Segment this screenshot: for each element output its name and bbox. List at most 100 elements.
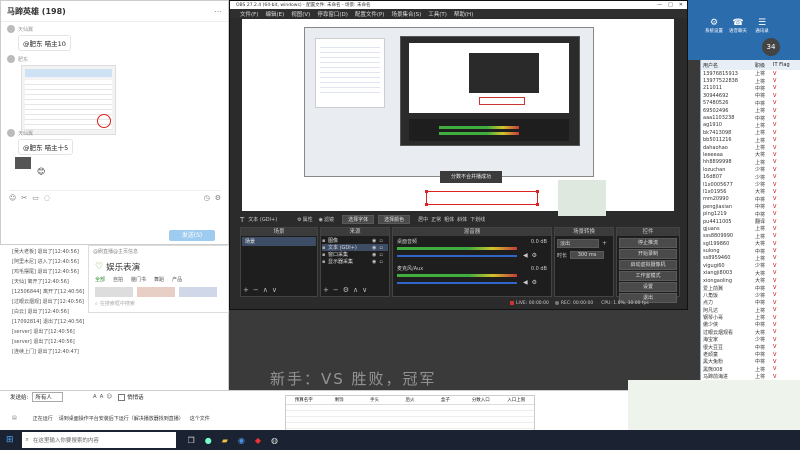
avatar[interactable] — [7, 25, 15, 33]
thumbnail[interactable] — [179, 287, 217, 297]
emoji-icon[interactable]: ☺ — [106, 394, 112, 400]
style-normal[interactable]: 正常 — [431, 216, 441, 223]
folder-icon[interactable]: ▰ — [222, 436, 228, 445]
obs-preview[interactable]: 分数不合并播成功 — [242, 19, 674, 211]
eye-icon[interactable]: ◉ — [372, 259, 376, 265]
control-button[interactable]: 开始录制 — [619, 249, 677, 259]
user-row[interactable]: leeeeaa 大将 V — [701, 151, 800, 159]
transition-select[interactable]: 淡出 — [557, 239, 599, 248]
maximize-icon[interactable]: □ — [668, 2, 673, 8]
filter-icon[interactable]: ◉ — [319, 217, 323, 223]
selected-text-source[interactable] — [425, 190, 539, 206]
user-row[interactable]: lozuchan 少将 V — [701, 166, 800, 174]
image-thumbnail[interactable] — [15, 157, 31, 169]
properties-button[interactable]: 属性 — [303, 216, 313, 223]
user-row[interactable]: gjuans 上将 V — [701, 225, 800, 233]
contacts[interactable]: ☰ 通讯录 — [750, 18, 774, 34]
user-row[interactable]: 13976815913 上将 V — [701, 70, 800, 78]
filters-button[interactable]: 滤镜 — [324, 216, 334, 223]
remove-icon[interactable]: − — [253, 286, 259, 294]
user-row[interactable]: dahaohao 上将 V — [701, 144, 800, 152]
scene-item[interactable]: 场景 — [242, 237, 316, 246]
user-row[interactable]: aaa1103238 中将 V — [701, 114, 800, 122]
menu-item[interactable]: 场景集合(S) — [391, 10, 421, 18]
minimize-icon[interactable]: — — [657, 2, 662, 8]
user-row[interactable]: xiangji8003 大将 V — [701, 270, 800, 277]
up-icon[interactable]: ∧ — [353, 286, 358, 294]
user-row[interactable]: sss8809990 上将 V — [701, 233, 800, 240]
wechat-icon[interactable]: ● — [205, 436, 212, 445]
thumbnail[interactable] — [95, 287, 133, 297]
gear-icon[interactable]: ⚙ — [532, 279, 537, 286]
user-row[interactable]: sulong 中将 V — [701, 247, 800, 255]
user-row[interactable]: bb5011216 上将 V — [701, 137, 800, 144]
menu-item[interactable]: 编辑(E) — [265, 10, 284, 18]
spreadsheet-image[interactable] — [21, 65, 116, 135]
avatar[interactable] — [7, 129, 15, 137]
up-icon[interactable]: ∧ — [263, 286, 268, 294]
user-row[interactable]: 57480526 中将 V — [701, 100, 800, 107]
private-checkbox[interactable] — [118, 393, 126, 401]
user-row[interactable]: mm20990 中将 V — [701, 196, 800, 203]
add-icon[interactable]: + — [243, 286, 249, 294]
browser-icon[interactable]: ◉ — [238, 436, 245, 445]
user-row[interactable]: 海宝家 少将 V — [701, 336, 800, 344]
volume-slider[interactable] — [397, 281, 517, 284]
eye-icon[interactable]: ◉ — [372, 238, 376, 244]
panel-tab[interactable]: 舞蹈 — [154, 276, 164, 283]
user-row[interactable]: 过眼云烟观看 大将 V — [701, 329, 800, 336]
user-row[interactable]: 老顽童 中将 V — [701, 351, 800, 359]
add-icon[interactable]: + — [323, 286, 329, 294]
scissors-icon[interactable]: ✂ — [21, 194, 27, 202]
eye-icon[interactable]: ◉ — [372, 252, 376, 258]
style-underline[interactable]: 下划线 — [470, 216, 485, 223]
user-row[interactable]: 13977522838 上将 V — [701, 77, 800, 85]
remove-icon[interactable]: − — [333, 286, 339, 294]
color-icon[interactable]: A — [100, 394, 104, 400]
down-icon[interactable]: ∨ — [272, 286, 277, 294]
panel-tab[interactable]: 自拍 — [113, 276, 123, 283]
chat-bubble-icon[interactable]: ◌ — [44, 194, 50, 202]
settings-icon[interactable]: ⚙ — [215, 194, 221, 202]
menu-item[interactable]: 工具(T) — [428, 10, 447, 18]
user-row[interactable]: 点力 中将 V — [701, 299, 800, 307]
user-row[interactable]: l1x0005677 少将 V — [701, 181, 800, 189]
send-button[interactable]: 发送(S) — [169, 230, 215, 241]
user-row[interactable]: 69502496 上将 V — [701, 107, 800, 115]
user-row[interactable]: 爱上前冀 中将 V — [701, 284, 800, 292]
menu-item[interactable]: 文件(F) — [240, 10, 258, 18]
lock-icon[interactable]: ▫ — [379, 259, 382, 265]
gear-icon[interactable]: ⚙ — [532, 252, 537, 259]
app-icon[interactable]: ◆ — [255, 436, 261, 445]
thumbnail[interactable] — [137, 287, 175, 297]
add-icon[interactable]: + — [602, 240, 607, 247]
history-icon[interactable]: ◷ — [204, 194, 210, 202]
user-row[interactable]: ping1219 中将 V — [701, 210, 800, 218]
panel-tab[interactable]: 产品 — [172, 276, 182, 283]
system-settings[interactable]: ⚙ 系统设置 — [702, 18, 726, 34]
lock-icon[interactable]: ▫ — [379, 252, 382, 258]
eye-icon[interactable]: ◉ — [372, 245, 376, 251]
style-italic[interactable]: 斜体 — [457, 216, 467, 223]
more-icon[interactable]: ⋯ — [214, 7, 222, 16]
menu-item[interactable]: 视图(V) — [291, 10, 310, 18]
align-center[interactable]: 居中 — [418, 216, 428, 223]
user-row[interactable]: 211011 中将 V — [701, 85, 800, 92]
user-row[interactable]: 八角饭 少将 V — [701, 292, 800, 299]
lock-icon[interactable]: ▫ — [379, 245, 382, 251]
panel-search[interactable]: 在搜索框中搜索 — [100, 300, 135, 307]
control-button[interactable]: 启动虚拟摄像机 — [619, 260, 677, 270]
user-row[interactable]: pengjiaxian 中将 V — [701, 203, 800, 211]
menu-item[interactable]: 停靠窗口(D) — [317, 10, 348, 18]
volume-slider[interactable] — [397, 254, 517, 257]
duration-input[interactable]: 300 ms — [570, 251, 605, 259]
select-color-button[interactable]: 选择颜色 — [378, 215, 411, 224]
user-row[interactable]: 黑大兔粉 中将 V — [701, 358, 800, 366]
lock-icon[interactable]: ▫ — [379, 238, 382, 244]
voice-chat[interactable]: ☎ 语音聊天 — [726, 18, 750, 34]
avatar[interactable] — [7, 55, 15, 63]
panel-tab[interactable]: 全部 — [95, 276, 105, 283]
user-row[interactable]: ag1910 上将 V — [701, 122, 800, 129]
user-row[interactable]: pu4411005 翻译 V — [701, 218, 800, 226]
user-row[interactable]: 16d807 少将 V — [701, 173, 800, 181]
